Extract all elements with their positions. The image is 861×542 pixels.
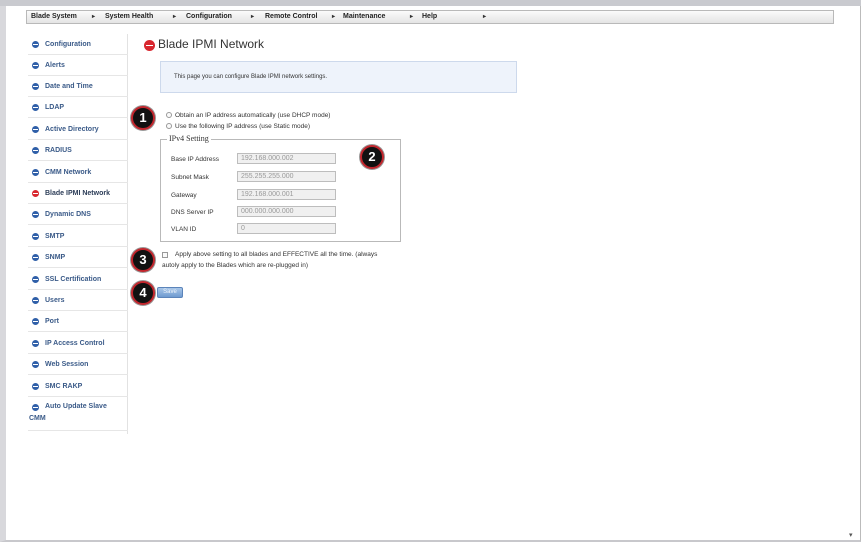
apply-all-label: Apply above setting to all blades and EF… xyxy=(175,251,378,258)
nav-bullet-icon xyxy=(32,233,39,240)
nav-bullet-icon xyxy=(32,297,39,304)
ipv4-legend: IPv4 Setting xyxy=(167,134,211,143)
nav-bullet-icon xyxy=(32,62,39,69)
sidebar-item-label: Alerts xyxy=(45,62,65,69)
menu-configuration[interactable]: Configuration xyxy=(186,13,232,20)
sidebar-item-label: Date and Time xyxy=(45,83,93,90)
sidebar-item-ip-access-control[interactable]: IP Access Control xyxy=(28,333,128,354)
chevron-right-icon: ▸ xyxy=(251,14,255,20)
apply-all-checkbox[interactable] xyxy=(162,252,168,258)
sidebar-item-label: Dynamic DNS xyxy=(45,211,91,218)
static-mode-label: Use the following IP address (use Static… xyxy=(175,123,311,130)
sidebar-item-label: Auto Update Slave xyxy=(45,403,107,410)
gateway-input[interactable]: 192.168.000.001 xyxy=(237,189,336,200)
sidebar-item-smtp[interactable]: SMTP xyxy=(28,226,128,247)
callout-marker-3: 3 xyxy=(131,248,155,272)
sidebar-item-label: SSL Certification xyxy=(45,276,102,283)
nav-bullet-icon xyxy=(32,254,39,261)
sidebar-item-users[interactable]: Users xyxy=(28,290,128,311)
sidebar-item-web-session[interactable]: Web Session xyxy=(28,354,128,375)
nav-bullet-icon xyxy=(32,126,39,133)
menu-remote-control[interactable]: Remote Control xyxy=(265,13,318,20)
static-mode-radio[interactable] xyxy=(166,123,172,129)
sidebar-nav: Configuration Alerts Date and Time LDAP … xyxy=(28,34,128,434)
sidebar-item-label: SNMP xyxy=(45,254,66,261)
nav-bullet-icon xyxy=(32,318,39,325)
base-ip-label: Base IP Address xyxy=(171,156,219,163)
dhcp-mode-radio[interactable] xyxy=(166,112,172,118)
sidebar-item-label: IP Access Control xyxy=(45,340,105,347)
callout-marker-4: 4 xyxy=(131,281,155,305)
chevron-right-icon: ▸ xyxy=(332,14,336,20)
sidebar-item-label: Users xyxy=(45,297,65,304)
apply-all-label-cont: autoly apply to the Blades which are re-… xyxy=(162,262,308,269)
sidebar-item-label: Web Session xyxy=(45,361,89,368)
nav-bullet-icon xyxy=(32,83,39,90)
sidebar-item-ssl-certification[interactable]: SSL Certification xyxy=(28,269,128,290)
nav-bullet-icon xyxy=(32,404,39,411)
page-title-icon xyxy=(144,40,155,51)
gateway-label: Gateway xyxy=(171,192,197,199)
dhcp-mode-label: Obtain an IP address automatically (use … xyxy=(175,112,331,119)
sidebar-item-label: Port xyxy=(45,318,59,325)
callout-marker-1: 1 xyxy=(131,106,155,130)
sidebar-item-dynamic-dns[interactable]: Dynamic DNS xyxy=(28,204,128,225)
scroll-down-arrow-icon[interactable]: ▾ xyxy=(849,531,853,539)
sidebar-item-snmp[interactable]: SNMP xyxy=(28,247,128,268)
vlan-id-label: VLAN ID xyxy=(171,226,197,233)
dns-server-input[interactable]: 000.000.000.000 xyxy=(237,206,336,217)
chevron-right-icon: ▸ xyxy=(173,14,177,20)
vlan-id-input[interactable]: 0 xyxy=(237,223,336,234)
info-box: This page you can configure Blade IPMI n… xyxy=(160,61,517,93)
sidebar-item-ldap[interactable]: LDAP xyxy=(28,97,128,118)
sidebar-item-smc-rakp[interactable]: SMC RAKP xyxy=(28,376,128,397)
sidebar-item-alerts[interactable]: Alerts xyxy=(28,55,128,76)
info-text: This page you can configure Blade IPMI n… xyxy=(174,74,328,80)
sidebar-item-configuration[interactable]: Configuration xyxy=(28,34,128,55)
menu-help[interactable]: Help xyxy=(422,13,437,20)
sidebar-item-label: Blade IPMI Network xyxy=(45,190,110,197)
subnet-mask-label: Subnet Mask xyxy=(171,174,209,181)
nav-bullet-icon xyxy=(32,276,39,283)
nav-bullet-icon xyxy=(32,41,39,48)
window-top-strip xyxy=(0,0,861,6)
sidebar-item-label: SMC RAKP xyxy=(45,383,83,390)
sidebar-item-label: SMTP xyxy=(45,233,65,240)
menu-blade-system[interactable]: Blade System xyxy=(31,13,77,20)
main-menu-bar: Blade System ▸ System Health ▸ Configura… xyxy=(26,10,834,24)
sidebar-item-label: LDAP xyxy=(45,104,65,111)
chevron-right-icon: ▸ xyxy=(410,14,414,20)
sidebar-item-label-cont: CMM xyxy=(29,415,46,422)
nav-bullet-icon xyxy=(32,361,39,368)
menu-system-health[interactable]: System Health xyxy=(105,13,153,20)
callout-marker-2: 2 xyxy=(360,145,384,169)
save-button[interactable]: Save xyxy=(157,287,183,298)
sidebar-item-date-and-time[interactable]: Date and Time xyxy=(28,76,128,97)
chevron-right-icon: ▸ xyxy=(92,14,96,20)
nav-bullet-icon xyxy=(32,383,39,390)
base-ip-input[interactable]: 192.168.000.002 xyxy=(237,153,336,164)
sidebar-item-label: Active Directory xyxy=(45,126,99,133)
page-title: Blade IPMI Network xyxy=(158,37,265,51)
nav-bullet-icon xyxy=(32,169,39,176)
sidebar-item-blade-ipmi-network[interactable]: Blade IPMI Network xyxy=(28,183,128,204)
nav-bullet-icon xyxy=(32,147,39,154)
sidebar-item-cmm-network[interactable]: CMM Network xyxy=(28,162,128,183)
nav-bullet-icon xyxy=(32,340,39,347)
nav-bullet-icon xyxy=(32,211,39,218)
subnet-mask-input[interactable]: 255.255.255.000 xyxy=(237,171,336,182)
dns-server-label: DNS Server IP xyxy=(171,209,214,216)
menu-maintenance[interactable]: Maintenance xyxy=(343,13,385,20)
sidebar-item-label: CMM Network xyxy=(45,169,92,176)
sidebar-item-label: Configuration xyxy=(45,41,91,48)
sidebar-item-label: RADIUS xyxy=(45,147,72,154)
chevron-right-icon: ▸ xyxy=(483,14,487,20)
sidebar-item-port[interactable]: Port xyxy=(28,311,128,332)
sidebar-item-active-directory[interactable]: Active Directory xyxy=(28,119,128,140)
nav-bullet-icon xyxy=(32,104,39,111)
sidebar-item-radius[interactable]: RADIUS xyxy=(28,140,128,161)
nav-bullet-active-icon xyxy=(32,190,39,197)
sidebar-item-auto-update-slave-cmm[interactable]: Auto Update Slave CMM xyxy=(28,397,128,431)
